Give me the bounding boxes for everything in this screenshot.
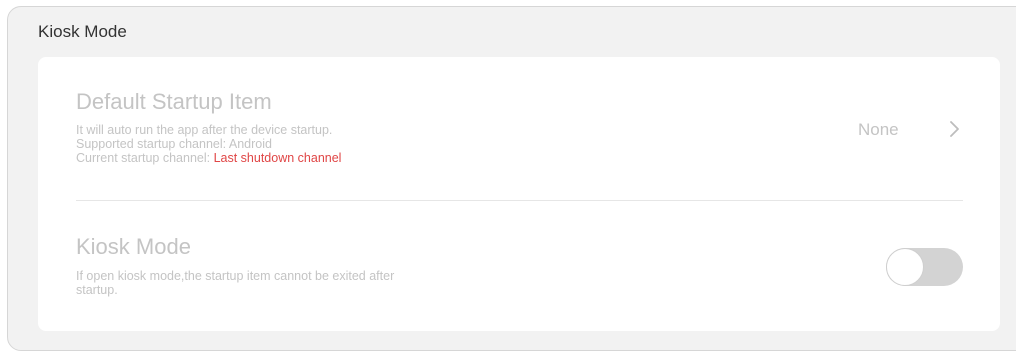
startup-item-value: None [858, 120, 899, 139]
toggle-knob [886, 248, 924, 286]
kiosk-mode-desc-1: If open kiosk mode,the startup item cann… [76, 269, 395, 283]
panel-title: Kiosk Mode [38, 22, 127, 41]
startup-item-title: Default Startup Item [76, 89, 272, 114]
settings-card: Default Startup Item It will auto run th… [38, 57, 1000, 331]
chevron-right-icon[interactable] [946, 119, 964, 139]
kiosk-mode-title: Kiosk Mode [76, 234, 191, 259]
startup-item-desc-2: Supported startup channel: Android [76, 137, 272, 151]
current-channel-label: Current startup channel: [76, 151, 214, 165]
kiosk-mode-toggle[interactable] [886, 248, 963, 286]
kiosk-mode-desc-2: startup. [76, 283, 118, 297]
startup-item-desc-3: Current startup channel: Last shutdown c… [76, 151, 342, 166]
current-channel-value: Last shutdown channel [213, 151, 342, 165]
startup-item-desc-1: It will auto run the app after the devic… [76, 123, 333, 137]
default-startup-item-row[interactable]: Default Startup Item It will auto run th… [38, 57, 1000, 200]
kiosk-mode-row: Kiosk Mode If open kiosk mode,the startu… [38, 201, 1000, 331]
